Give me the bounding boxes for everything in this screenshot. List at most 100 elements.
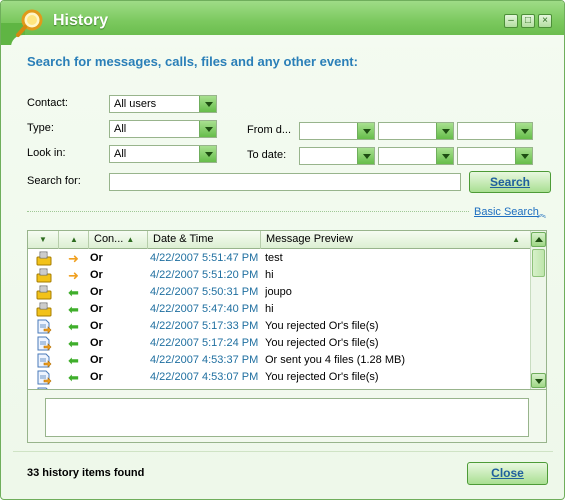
chevron-down-icon[interactable] [515, 148, 532, 164]
arrow-left-icon: ⬅ [68, 302, 79, 317]
chevron-down-icon[interactable] [436, 123, 453, 139]
from-date-month-dropdown[interactable] [299, 122, 375, 140]
footer-divider [13, 451, 553, 452]
file-icon [36, 369, 52, 386]
chevron-down-icon[interactable] [515, 123, 532, 139]
arrow-right-icon: ➜ [68, 268, 79, 283]
close-button[interactable]: Close [467, 462, 548, 485]
arrow-left-icon: ⬅ [68, 370, 79, 385]
to-date-month-dropdown[interactable] [299, 147, 375, 165]
search-heading: Search for messages, calls, files and an… [27, 54, 358, 69]
history-window: History – □ × Search for messages, calls… [0, 0, 565, 500]
message-preview-cell: You rejected Or's file(s) [265, 371, 379, 383]
search-input[interactable] [109, 173, 461, 191]
minimize-button[interactable]: – [504, 14, 518, 28]
preview-panel [27, 390, 547, 443]
contact-cell: Or [90, 303, 103, 315]
contact-cell: Or [90, 269, 103, 281]
message-preview-cell: test [265, 252, 283, 264]
look-in-dropdown[interactable]: All [109, 145, 217, 163]
arrow-left-icon: ⬅ [68, 319, 79, 334]
column-header-message-preview[interactable]: Message Preview ▲ [261, 231, 530, 249]
date-time-cell: 4/22/2007 5:51:20 PM [150, 269, 259, 281]
scrollbar-thumb[interactable] [532, 249, 545, 277]
message-preview-cell: joupo [265, 286, 292, 298]
status-text: 33 history items found [27, 467, 145, 479]
list-item[interactable]: ➜ Or 4/22/2007 5:51:20 PM hi [28, 267, 530, 284]
chevron-down-icon[interactable] [199, 121, 216, 137]
search-for-label: Search for: [27, 175, 81, 187]
contact-cell: Or [90, 337, 103, 349]
date-time-cell: 4/22/2007 5:47:40 PM [150, 303, 259, 315]
list-item[interactable]: ⬅ Or 4/22/2007 4:53:07 PM You rejected Or's… [28, 369, 530, 386]
basic-search-link[interactable]: Basic Search [474, 206, 539, 218]
list-item[interactable]: ⬅ Or 4/22/2007 5:47:40 PM hi [28, 301, 530, 318]
message-preview-cell: You rejected Or's file(s) [265, 337, 379, 349]
history-list[interactable]: ▼ ▲ Con... ▲ Date & Time Message Preview… [27, 230, 547, 390]
date-time-cell: 4/22/2007 5:50:31 PM [150, 286, 259, 298]
to-date-label: To date: [247, 149, 287, 161]
date-time-cell: 4/22/2007 5:17:33 PM [150, 320, 259, 332]
contact-value: All users [114, 98, 157, 110]
from-date-year-dropdown[interactable] [457, 122, 533, 140]
type-label: Type: [27, 122, 54, 134]
list-item[interactable]: ➜ Or 4/22/2007 5:51:47 PM test [28, 250, 530, 267]
message-preview-box[interactable] [45, 398, 529, 437]
contact-cell: Or [90, 354, 103, 366]
chevron-down-icon[interactable] [357, 148, 374, 164]
date-time-cell: 4/22/2007 4:53:37 PM [150, 354, 259, 366]
title-bar-curve [11, 35, 564, 47]
to-date-day-dropdown[interactable] [378, 147, 454, 165]
list-item[interactable]: ⬅ Or 4/22/2007 5:50:31 PM joupo [28, 284, 530, 301]
message-preview-cell: You rejected Or's file(s) [265, 320, 379, 332]
chevron-down-icon[interactable] [357, 123, 374, 139]
contact-cell: Or [90, 371, 103, 383]
file-icon [36, 318, 52, 335]
contact-dropdown[interactable]: All users [109, 95, 217, 113]
type-dropdown[interactable]: All [109, 120, 217, 138]
list-header: ▼ ▲ Con... ▲ Date & Time Message Preview… [28, 231, 546, 249]
date-time-cell: 4/22/2007 5:51:47 PM [150, 252, 259, 264]
search-button[interactable]: Search [469, 171, 551, 193]
to-date-year-dropdown[interactable] [457, 147, 533, 165]
chevron-down-icon[interactable] [199, 96, 216, 112]
window-title: History [53, 12, 109, 29]
column-header-contact[interactable]: Con... ▲ [89, 231, 148, 249]
scroll-down-button[interactable] [531, 373, 546, 388]
arrow-left-icon: ⬅ [68, 285, 79, 300]
from-date-label: From d... [247, 124, 292, 136]
column-header-type[interactable]: ▼ [28, 231, 59, 249]
date-time-cell: 4/22/2007 5:17:24 PM [150, 337, 259, 349]
chat-icon [36, 267, 52, 284]
date-time-cell: 4/22/2007 4:53:07 PM [150, 371, 259, 383]
contact-label: Contact: [27, 97, 68, 109]
contact-cell: Or [90, 320, 103, 332]
chat-icon [36, 301, 52, 318]
vertical-scrollbar[interactable] [530, 231, 546, 389]
chat-icon [36, 250, 52, 267]
message-preview-cell: hi [265, 269, 274, 281]
from-date-day-dropdown[interactable] [378, 122, 454, 140]
close-window-button[interactable]: × [538, 14, 552, 28]
scroll-up-button[interactable] [531, 232, 546, 247]
chat-icon [36, 284, 52, 301]
double-chevron-up-icon[interactable]: ︽ [537, 207, 546, 220]
file-icon [36, 352, 52, 369]
message-preview-cell: Or sent you 4 files (1.28 MB) [265, 354, 405, 366]
chevron-down-icon[interactable] [199, 146, 216, 162]
look-in-label: Look in: [27, 147, 66, 159]
list-item[interactable]: ⬅ Or 4/22/2007 5:17:24 PM You rejected Or's… [28, 335, 530, 352]
chevron-down-icon[interactable] [436, 148, 453, 164]
arrow-left-icon: ⬅ [68, 353, 79, 368]
column-header-direction[interactable]: ▲ [59, 231, 89, 249]
column-header-date-time[interactable]: Date & Time [148, 231, 261, 249]
type-value: All [114, 123, 127, 135]
divider [27, 211, 469, 212]
list-item[interactable]: ⬅ Or 4/22/2007 5:17:33 PM You rejected Or's… [28, 318, 530, 335]
maximize-button[interactable]: □ [521, 14, 535, 28]
list-item[interactable]: ⬅ Or 4/22/2007 4:53:37 PM Or sent you 4 fil… [28, 352, 530, 369]
history-magnifier-icon [16, 9, 43, 37]
arrow-right-icon: ➜ [68, 251, 79, 266]
message-preview-cell: hi [265, 303, 274, 315]
contact-cell: Or [90, 286, 103, 298]
